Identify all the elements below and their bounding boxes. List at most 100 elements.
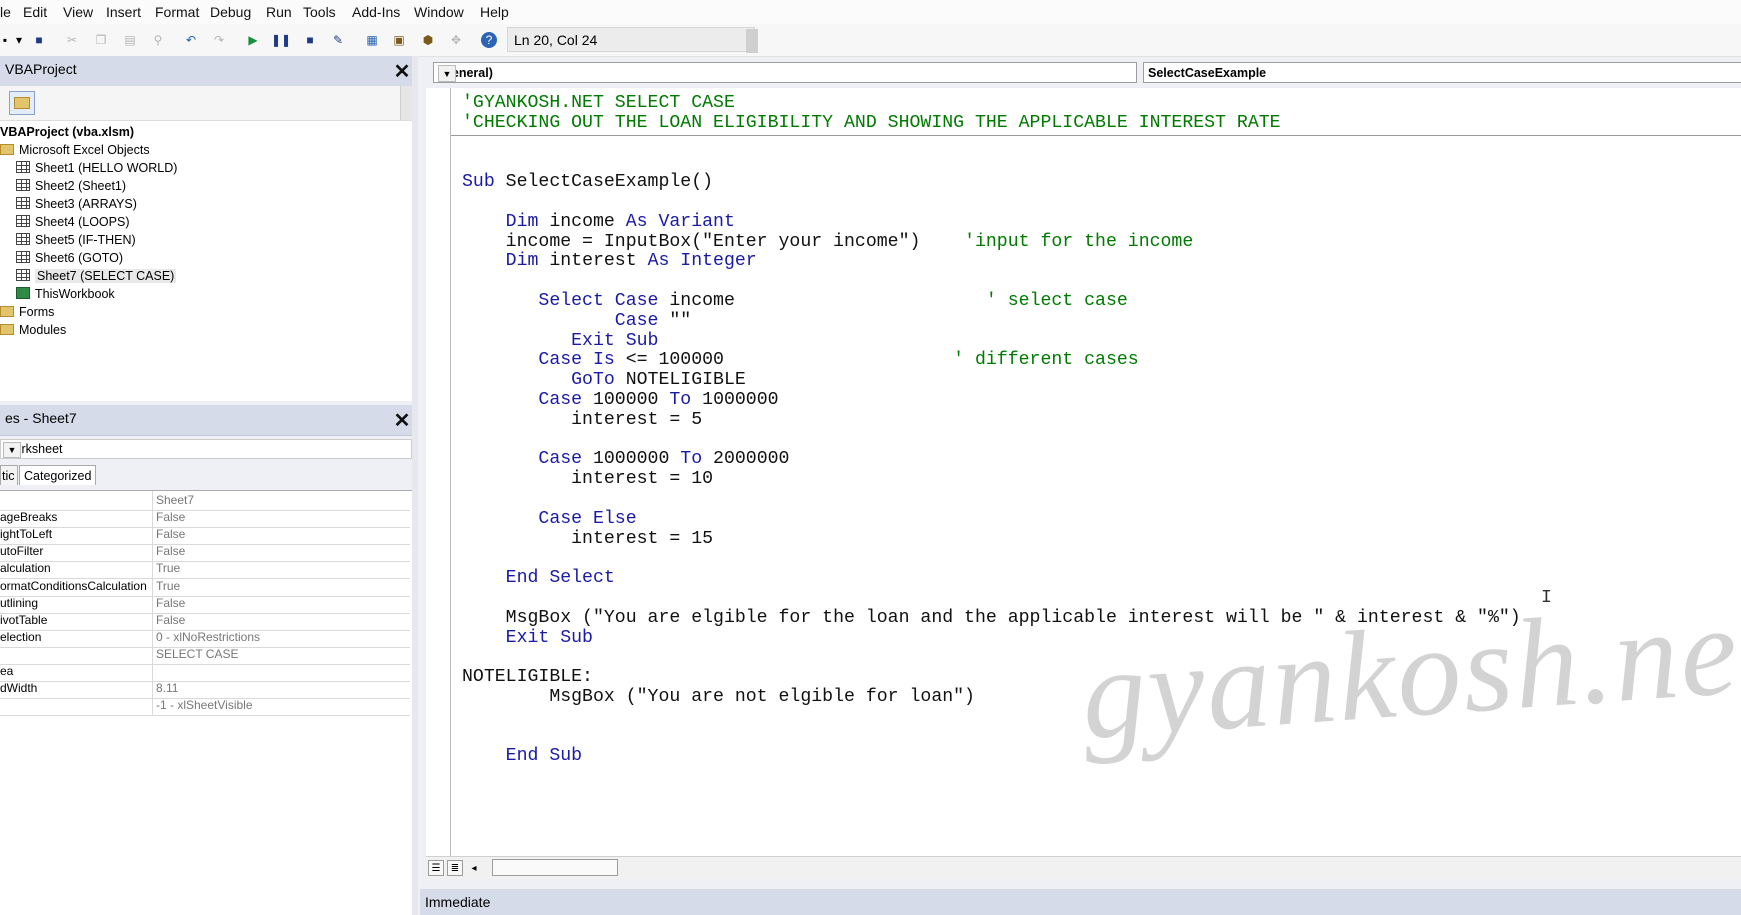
code-line[interactable]: Dim interest As Integer — [462, 250, 757, 272]
copy-icon: ❐ — [95, 33, 107, 47]
code-line[interactable]: MsgBox ("You are not elgible for loan") — [462, 686, 975, 708]
code-line[interactable]: Sub SelectCaseExample() — [462, 171, 713, 193]
property-value[interactable]: True — [156, 579, 180, 593]
code-margin[interactable] — [426, 88, 451, 856]
property-value[interactable]: SELECT CASE — [156, 647, 238, 661]
menu-tools[interactable]: Tools — [303, 4, 336, 20]
tree-node-forms[interactable]: Forms — [0, 303, 54, 321]
property-value[interactable]: False — [156, 510, 185, 524]
property-value[interactable]: True — [156, 561, 180, 575]
tree-node-thisworkbook[interactable]: ThisWorkbook — [16, 285, 115, 303]
properties-icon[interactable]: ▣ — [391, 32, 407, 48]
full-module-view-icon[interactable]: ≣ — [447, 860, 463, 876]
code-line[interactable]: MsgBox ("You are elgible for the loan an… — [462, 607, 1521, 629]
property-value[interactable]: -1 - xlSheetVisible — [156, 698, 253, 712]
properties-object-select[interactable]: Worksheet ▼ — [0, 439, 412, 459]
find-icon: ⚲ — [153, 33, 163, 47]
project-explorer-icon[interactable]: ▦ — [364, 32, 380, 48]
close-icon[interactable]: ✕ — [391, 60, 413, 83]
procedure-combo[interactable]: SelectCaseExample — [1143, 62, 1741, 83]
menu-insert[interactable]: Insert — [106, 4, 141, 20]
code-line[interactable]: interest = 15 — [462, 528, 713, 550]
menu-add-ins[interactable]: Add-Ins — [352, 4, 400, 20]
tree-node-excel-objects[interactable]: Microsoft Excel Objects — [0, 141, 150, 159]
code-line[interactable]: End Sub — [462, 745, 582, 767]
pane-splitter[interactable] — [412, 56, 418, 915]
folder-icon — [0, 144, 14, 155]
reset-icon[interactable]: ■ — [302, 32, 318, 48]
code-horizontal-scrollbar[interactable]: ☰ ≣ ◂ — [426, 856, 1741, 879]
chevron-down-icon[interactable]: ▼ — [3, 442, 21, 458]
code-line[interactable]: Case Is <= 100000 ' different cases — [462, 349, 1138, 371]
menu-debug[interactable]: Debug — [210, 4, 251, 20]
tree-node-sheet3[interactable]: Sheet3 (ARRAYS) — [16, 195, 137, 213]
object-combo[interactable]: (General) ▼ — [433, 62, 1137, 83]
scroll-left-icon[interactable]: ◂ — [466, 860, 482, 876]
property-value[interactable]: False — [156, 596, 185, 610]
save-icon[interactable]: ■ — [31, 32, 47, 48]
code-line[interactable]: Case 100000 To 1000000 — [462, 389, 778, 411]
code-editor[interactable]: 'GYANKOSH.NET SELECT CASE 'CHECKING OUT T… — [451, 88, 1741, 856]
procedure-view-icon[interactable]: ☰ — [428, 860, 444, 876]
tree-node-sheet4[interactable]: Sheet4 (LOOPS) — [16, 213, 130, 231]
help-icon[interactable]: ? — [481, 32, 497, 48]
menu-view[interactable]: View — [63, 4, 93, 20]
code-line[interactable]: Exit Sub — [462, 627, 593, 649]
property-value[interactable]: False — [156, 613, 185, 627]
tab-categorized[interactable]: Categorized — [19, 465, 97, 485]
toolbar-overflow-handle[interactable] — [746, 29, 758, 53]
code-comment: ' select case — [985, 291, 1128, 311]
code-line[interactable]: 'CHECKING OUT THE LOAN ELIGIBILITY AND S… — [462, 112, 1281, 134]
menu-window[interactable]: Window — [414, 4, 464, 20]
tree-node-sheet2[interactable]: Sheet2 (Sheet1) — [16, 177, 126, 195]
code-line[interactable]: Case "" — [462, 310, 691, 332]
code-line[interactable]: NOTELIGIBLE: — [462, 666, 593, 688]
property-value[interactable]: Sheet7 — [156, 493, 194, 507]
menu-help[interactable]: Help — [480, 4, 509, 20]
code-line[interactable]: Select Case income ' select case — [462, 290, 1128, 312]
property-value[interactable]: 8.11 — [156, 681, 178, 695]
chevron-down-icon[interactable]: ▼ — [438, 65, 456, 82]
menu-edit[interactable]: Edit — [23, 4, 47, 20]
menu-file[interactable]: le — [0, 4, 11, 20]
design-mode-icon[interactable]: ✎ — [330, 32, 346, 48]
code-line[interactable]: GoTo NOTELIGIBLE — [462, 369, 746, 391]
tree-node-modules[interactable]: Modules — [0, 321, 66, 339]
code-line[interactable]: 'GYANKOSH.NET SELECT CASE — [462, 92, 735, 114]
code-keyword: Case — [462, 310, 659, 331]
run-icon[interactable]: ▶ — [245, 32, 261, 48]
break-icon[interactable]: ❚❚ — [271, 32, 291, 48]
tree-node-project[interactable]: VBAProject (vba.xlsm) — [0, 123, 134, 141]
scrollbar-thumb[interactable] — [492, 859, 618, 876]
property-value[interactable]: 0 - xlNoRestrictions — [156, 630, 260, 644]
property-name: utlining — [0, 595, 39, 610]
menu-dropdown-icon[interactable]: ▾ — [11, 32, 27, 48]
code-line[interactable]: Case Else — [462, 508, 636, 530]
excel-view-icon[interactable]: ▪ — [0, 32, 10, 48]
properties-empty-area — [0, 735, 412, 915]
code-line[interactable]: interest = 5 — [462, 409, 702, 431]
code-line[interactable]: Dim income As Variant — [462, 211, 735, 233]
property-value[interactable]: False — [156, 544, 185, 558]
tab-alphabetic[interactable]: tic — [0, 465, 18, 485]
property-value[interactable]: False — [156, 527, 185, 541]
close-icon[interactable]: ✕ — [391, 409, 413, 432]
tree-node-sheet6[interactable]: Sheet6 (GOTO) — [16, 249, 123, 267]
code-line[interactable]: End Select — [462, 567, 615, 589]
tree-node-sheet5[interactable]: Sheet5 (IF-THEN) — [16, 231, 136, 249]
menu-format[interactable]: Format — [155, 4, 199, 20]
tree-node-sheet7[interactable]: Sheet7 (SELECT CASE) — [16, 267, 177, 285]
undo-icon[interactable]: ↶ — [183, 32, 199, 48]
property-row[interactable]: -1 - xlSheetVisible — [0, 696, 410, 717]
menu-run[interactable]: Run — [266, 4, 292, 20]
code-text: "" — [658, 310, 692, 331]
toggle-folders-button[interactable] — [9, 91, 35, 115]
code-line[interactable]: Exit Sub — [462, 330, 658, 352]
code-line[interactable]: interest = 10 — [462, 468, 713, 490]
code-keyword: Sub — [462, 172, 495, 193]
code-keyword: Dim — [462, 251, 539, 272]
tree-node-sheet1[interactable]: Sheet1 (HELLO WORLD) — [16, 159, 177, 177]
object-browser-icon[interactable]: ⬢ — [420, 32, 436, 48]
code-line[interactable]: Case 1000000 To 2000000 — [462, 448, 789, 470]
code-line[interactable]: income = InputBox("Enter your income") '… — [462, 231, 1194, 253]
